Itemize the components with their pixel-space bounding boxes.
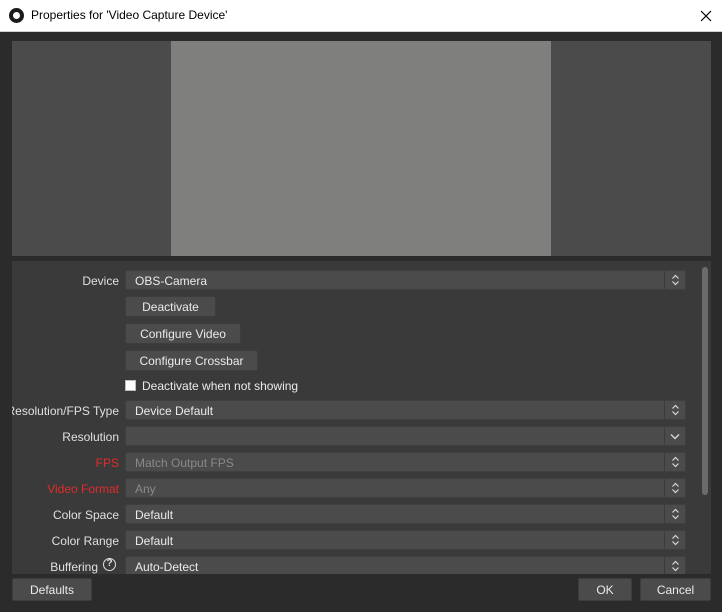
deactivate-button[interactable]: Deactivate	[125, 296, 216, 317]
scrollbar[interactable]	[702, 267, 708, 569]
device-label: Device	[82, 274, 119, 288]
buffering-select[interactable]: Auto-Detect	[125, 556, 686, 574]
close-icon	[700, 10, 712, 22]
color-range-value: Default	[135, 534, 174, 548]
resolution-label: Resolution	[62, 430, 119, 444]
defaults-button[interactable]: Defaults	[12, 578, 92, 601]
updown-arrows-icon	[664, 557, 685, 574]
color-space-label: Color Space	[52, 508, 119, 522]
color-space-value: Default	[135, 508, 174, 522]
obs-icon	[9, 8, 24, 23]
window-title: Properties for 'Video Capture Device'	[31, 8, 228, 22]
updown-arrows-icon	[664, 453, 685, 471]
video-preview	[171, 41, 551, 256]
buffering-value: Auto-Detect	[135, 560, 199, 574]
updown-arrows-icon	[664, 401, 685, 419]
title-bar: Properties for 'Video Capture Device'	[0, 0, 722, 32]
fps-label: FPS	[95, 456, 119, 470]
buffering-label: Buffering	[50, 560, 98, 574]
resolution-fps-type-select[interactable]: Device Default	[125, 400, 686, 420]
resolution-fps-type-label: Resolution/FPS Type	[12, 404, 119, 418]
updown-arrows-icon	[664, 531, 685, 549]
preview-area	[12, 41, 711, 256]
updown-arrows-icon	[664, 271, 685, 289]
help-icon[interactable]: ?	[103, 558, 116, 571]
deactivate-checkbox[interactable]	[125, 380, 136, 391]
resolution-select[interactable]	[125, 426, 686, 446]
video-format-label: Video Format	[47, 482, 119, 496]
cancel-button[interactable]: Cancel	[640, 578, 711, 601]
configure-crossbar-button[interactable]: Configure Crossbar	[125, 350, 258, 371]
configure-video-button[interactable]: Configure Video	[125, 323, 241, 344]
device-select[interactable]: OBS-Camera	[125, 270, 686, 290]
ok-button[interactable]: OK	[578, 578, 632, 601]
chevron-down-icon	[664, 427, 685, 445]
updown-arrows-icon	[664, 505, 685, 523]
color-range-select[interactable]: Default	[125, 530, 686, 550]
device-value: OBS-Camera	[135, 274, 208, 288]
updown-arrows-icon	[664, 479, 685, 497]
fps-value: Match Output FPS	[135, 456, 234, 470]
video-format-value: Any	[135, 482, 156, 496]
scrollbar-thumb[interactable]	[702, 267, 708, 495]
video-format-select[interactable]: Any	[125, 478, 686, 498]
fps-select[interactable]: Match Output FPS	[125, 452, 686, 472]
close-button[interactable]	[690, 0, 722, 32]
color-range-label: Color Range	[51, 534, 119, 548]
color-space-select[interactable]: Default	[125, 504, 686, 524]
deactivate-checkbox-label: Deactivate when not showing	[142, 379, 299, 393]
properties-panel: Device OBS-Camera Deactivate Configure V…	[12, 261, 711, 574]
resolution-fps-type-value: Device Default	[135, 404, 214, 418]
